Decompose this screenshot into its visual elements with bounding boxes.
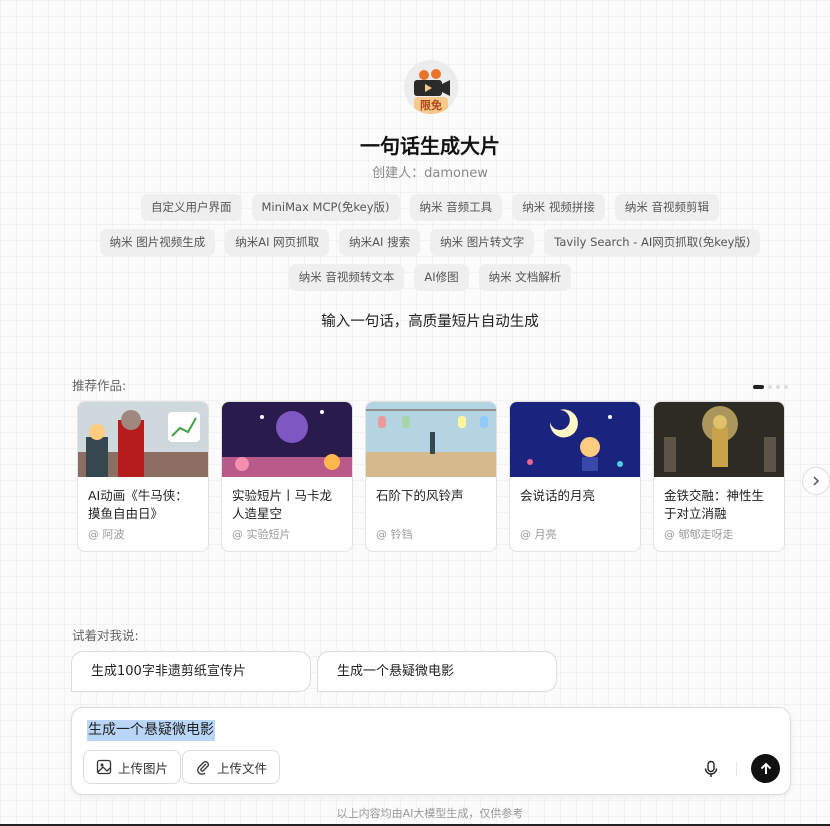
agent-creator: 创建人：damonew <box>372 166 488 181</box>
card-title: 金铁交融：神性生于对立消融 <box>664 488 765 521</box>
disclaimer: 以上内容均由AI大模型生成，仅供参考 <box>336 807 524 820</box>
card-title: 会说话的月亮 <box>520 488 596 503</box>
free-badge: 限免 <box>414 97 448 114</box>
upload-image-label: 上传图片 <box>118 760 169 776</box>
tool-tag[interactable]: 自定义用户界面 <box>141 194 242 221</box>
card-thumbnail <box>78 402 208 477</box>
tool-tag[interactable]: 纳米 视频拼接 <box>512 194 605 221</box>
upload-file-label: 上传文件 <box>217 760 268 776</box>
card-author: @ 月亮 <box>520 528 557 541</box>
carousel-dot[interactable] <box>784 385 788 389</box>
upload-file-button[interactable]: 上传文件 <box>182 750 281 784</box>
microphone-icon[interactable] <box>702 760 720 778</box>
card-thumbnail <box>222 402 352 477</box>
suggestion-list: 生成100字非遗剪纸宣传片 生成一个悬疑微电影 <box>71 651 557 692</box>
card-title: AI动画《牛马侠：摸鱼自由日》 <box>88 488 188 521</box>
agent-title: 一句话生成大片 <box>360 134 500 158</box>
paperclip-icon <box>197 761 209 775</box>
carousel-dot-active[interactable] <box>753 385 764 389</box>
agent-avatar: 限免 <box>404 60 458 114</box>
tool-tag[interactable]: MiniMax MCP(免key版) <box>251 194 400 221</box>
recommended-cards: AI动画《牛马侠：摸鱼自由日》 @ 阿波 实验短片丨马卡龙人造星空 @ 实验短片… <box>77 401 785 552</box>
suggestion-chip[interactable]: 生成一个悬疑微电影 <box>317 651 557 692</box>
agent-description: 输入一句话，高质量短片自动生成 <box>321 314 539 330</box>
tool-tag[interactable]: 纳米 音频工具 <box>409 194 503 221</box>
suggestion-chip[interactable]: 生成100字非遗剪纸宣传片 <box>71 651 311 692</box>
work-card[interactable]: 石阶下的风铃声 @ 铃铛 <box>365 401 497 552</box>
card-author: @ 阿波 <box>88 528 125 541</box>
send-button[interactable] <box>751 754 780 783</box>
card-author: @ 郇郇走呀走 <box>664 528 734 541</box>
chevron-right-icon <box>813 476 820 486</box>
tool-tag[interactable]: 纳米 音视频转文本 <box>288 264 405 291</box>
tool-tag[interactable]: AI修图 <box>414 264 469 291</box>
message-composer[interactable]: 生成一个悬疑微电影 上传图片 上传文件 <box>71 707 791 795</box>
work-card[interactable]: 金铁交融：神性生于对立消融 @ 郇郇走呀走 <box>653 401 785 552</box>
card-thumbnail <box>510 402 640 477</box>
image-icon <box>96 759 112 775</box>
card-thumbnail <box>654 402 784 477</box>
card-author: @ 铃铛 <box>376 528 413 541</box>
suggestions-label: 试着对我说: <box>72 628 139 643</box>
card-thumbnail <box>366 402 496 477</box>
card-title: 石阶下的风铃声 <box>376 488 464 503</box>
work-card[interactable]: 会说话的月亮 @ 月亮 <box>509 401 641 552</box>
card-title: 实验短片丨马卡龙人造星空 <box>232 488 333 521</box>
tool-tag[interactable]: 纳米AI 搜索 <box>339 229 421 256</box>
arrow-up-icon <box>760 762 771 774</box>
tool-tag[interactable]: Tavily Search - AI网页抓取(免key版) <box>544 229 761 256</box>
carousel-dot[interactable] <box>768 385 772 389</box>
carousel-dots <box>753 385 788 389</box>
card-author: @ 实验短片 <box>232 528 291 541</box>
tool-tags: 自定义用户界面 MiniMax MCP(免key版) 纳米 音频工具 纳米 视频… <box>80 194 780 291</box>
tool-tag[interactable]: 纳米AI 网页抓取 <box>225 229 330 256</box>
divider <box>736 762 737 776</box>
message-input[interactable]: 生成一个悬疑微电影 <box>87 720 215 741</box>
carousel-dot[interactable] <box>776 385 780 389</box>
tool-tag[interactable]: 纳米 文档解析 <box>478 264 572 291</box>
tool-tag[interactable]: 纳米 音视频剪辑 <box>614 194 719 221</box>
carousel-next-button[interactable] <box>802 467 830 495</box>
recommended-label: 推荐作品: <box>72 378 127 393</box>
work-card[interactable]: AI动画《牛马侠：摸鱼自由日》 @ 阿波 <box>77 401 209 552</box>
tool-tag[interactable]: 纳米 图片转文字 <box>430 229 535 256</box>
work-card[interactable]: 实验短片丨马卡龙人造星空 @ 实验短片 <box>221 401 353 552</box>
upload-image-button[interactable]: 上传图片 <box>83 750 182 784</box>
tool-tag[interactable]: 纳米 图片视频生成 <box>99 229 216 256</box>
